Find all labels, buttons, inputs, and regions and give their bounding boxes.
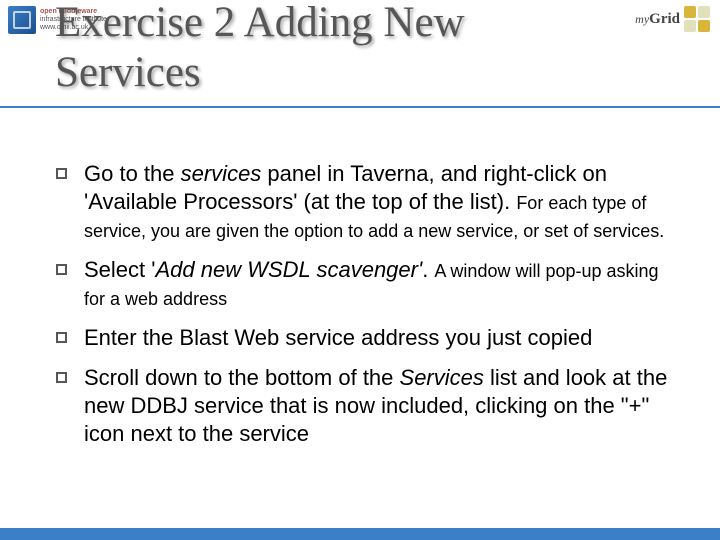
mygrid-grid: Grid [649, 11, 680, 27]
grid-icon [684, 6, 710, 32]
title-rule [0, 106, 720, 108]
mygrid-text: myGrid [635, 11, 680, 28]
text: . [422, 257, 434, 282]
text: Scroll down to the bottom of the [84, 365, 400, 390]
cube-icon [8, 6, 36, 34]
text-italic: Add new WSDL scavenger' [155, 257, 422, 282]
mygrid-logo: myGrid [635, 6, 710, 32]
bullet-1: Go to the services panel in Taverna, and… [50, 160, 680, 244]
text: Go to the [84, 161, 181, 186]
bullet-2: Select 'Add new WSDL scavenger'. A windo… [50, 256, 680, 312]
bullet-4: Scroll down to the bottom of the Service… [50, 364, 680, 448]
text: Enter the Blast Web service address you … [84, 325, 592, 350]
slide: { "header": { "title": "Exercise 2 Addin… [0, 0, 720, 540]
bullet-3: Enter the Blast Web service address you … [50, 324, 680, 352]
slide-body: Go to the services panel in Taverna, and… [50, 160, 680, 460]
mygrid-my: my [635, 12, 649, 26]
text-italic: Services [400, 365, 484, 390]
text: Select ' [84, 257, 155, 282]
text-italic: services [181, 161, 262, 186]
slide-title: Exercise 2 Adding New Services [55, 0, 615, 98]
footer-bar [0, 528, 720, 540]
